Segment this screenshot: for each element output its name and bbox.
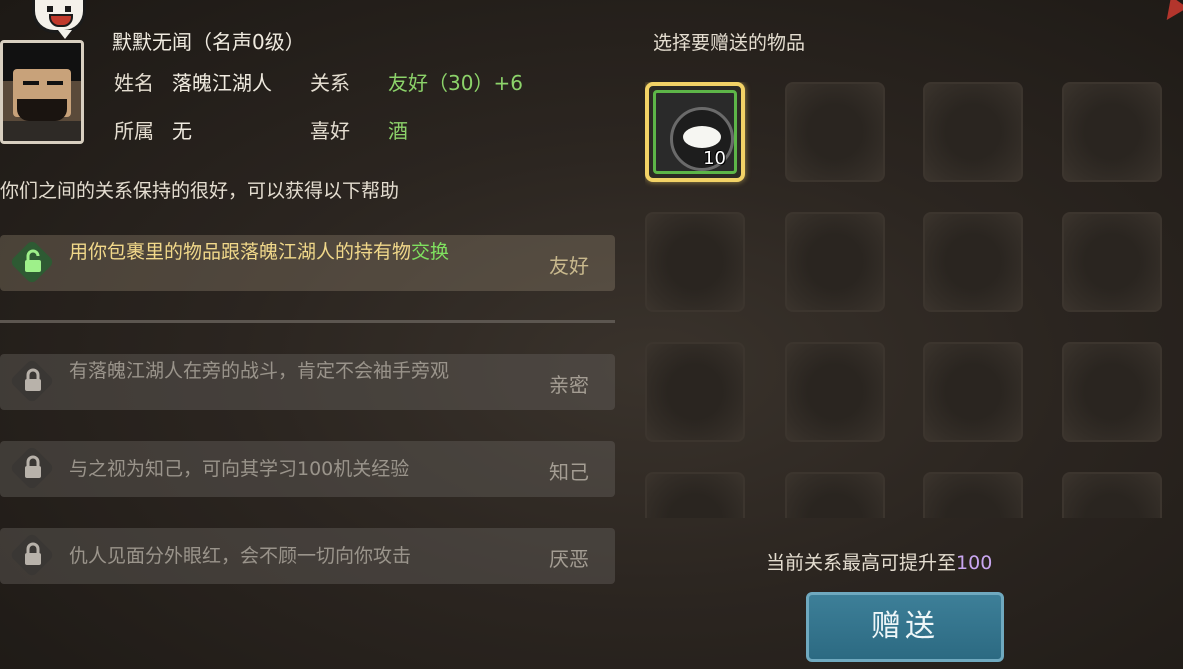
lock-icon [25,455,41,478]
inventory-slot[interactable] [645,212,745,312]
inventory-slot[interactable] [785,342,885,442]
item-count: 10 [703,148,726,169]
perk-text: 与之视为知己，可向其学习100机关经验 [69,458,410,480]
inventory-slot[interactable] [1062,82,1162,182]
perk-text: 仇人见面分外眼红，会不顾一切向你攻击 [69,545,412,567]
inventory-slot[interactable] [1062,212,1162,312]
perk-tag: 厌恶 [549,547,589,571]
relation-value: 友好（30）+6 [388,71,523,95]
unlock-icon [25,249,41,272]
hobby-value: 酒 [388,119,408,143]
name-label: 姓名 [114,71,154,95]
inventory-slot[interactable] [923,342,1023,442]
max-relation-text: 当前关系最高可提升至100 [766,548,992,575]
inventory-slot[interactable] [645,342,745,442]
perk-action-highlight[interactable]: 交换 [411,241,449,263]
inventory-grid: 10 [645,82,1183,518]
corner-decoration [1158,0,1183,26]
gift-panel-title: 选择要赠送的物品 [653,32,806,54]
perk-text: 有落魄江湖人在旁的战斗，肯定不会袖手旁观 [69,360,450,382]
hobby-label: 喜好 [310,119,350,143]
smile-emote-icon [32,0,86,33]
perk-text: 用你包裹里的物品跟落魄江湖人的持有物 [69,241,412,263]
lock-icon [25,542,41,565]
inventory-slot[interactable] [1062,342,1162,442]
relation-label: 关系 [310,71,350,95]
inventory-slot[interactable] [923,472,1023,518]
perk-tag: 友好 [549,254,589,278]
max-relation-label: 当前关系最高可提升至 [766,552,957,574]
reputation-title: 默默无闻（名声0级） [112,30,305,54]
give-gift-button[interactable]: 赠送 [806,592,1004,662]
faction-value: 无 [172,119,192,143]
perk-tag: 亲密 [549,373,589,397]
perk-row-confidant: 与之视为知己，可向其学习100机关经验 知己 [0,441,615,497]
relationship-help-text: 你们之间的关系保持的很好，可以获得以下帮助 [0,180,400,202]
faction-label: 所属 [114,119,154,143]
inventory-slot[interactable] [1062,472,1162,518]
max-relation-value: 100 [956,552,993,574]
emote-tail [58,30,72,39]
inventory-slot[interactable] [785,82,885,182]
npc-name: 落魄江湖人 [172,71,272,95]
perk-row-friendly[interactable]: 用你包裹里的物品跟落魄江湖人的持有物交换 友好 [0,235,615,291]
inventory-slot[interactable] [785,472,885,518]
inventory-slot-selected[interactable]: 10 [645,82,745,182]
inventory-slot[interactable] [645,472,745,518]
inventory-slot[interactable] [923,212,1023,312]
inventory-slot[interactable] [923,82,1023,182]
perk-row-hostile: 仇人见面分外眼红，会不顾一切向你攻击 厌恶 [0,528,615,584]
npc-portrait [0,40,84,144]
lock-icon [25,368,41,391]
inventory-slot[interactable] [785,212,885,312]
perk-row-intimate: 有落魄江湖人在旁的战斗，肯定不会袖手旁观 亲密 [0,354,615,410]
divider [0,320,615,323]
perk-tag: 知己 [549,460,589,484]
